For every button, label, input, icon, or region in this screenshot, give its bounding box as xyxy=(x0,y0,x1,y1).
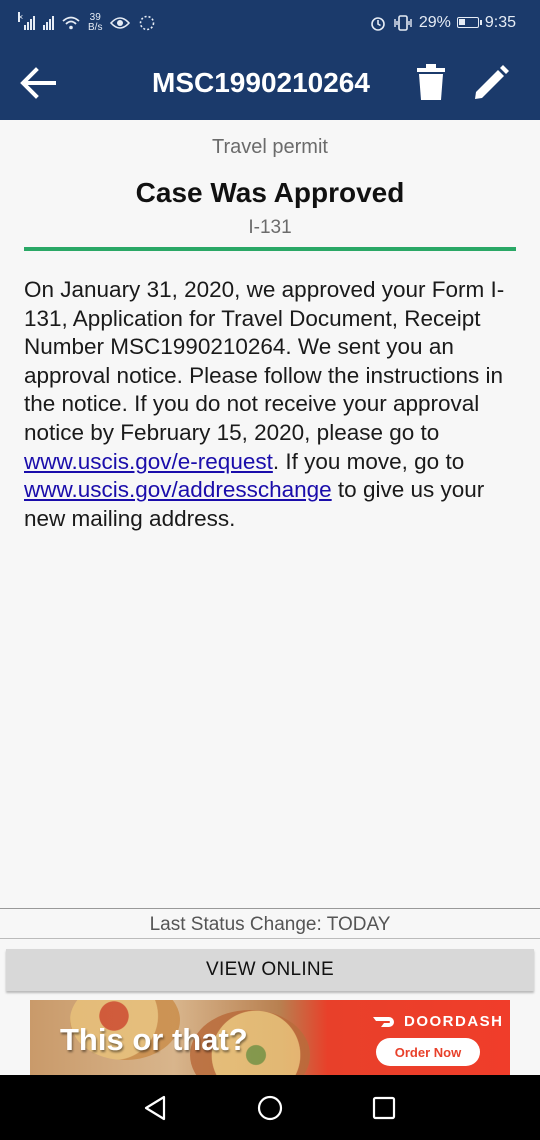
status-bar: × 39 B/s 29% 9:35 xyxy=(0,0,540,45)
net-speed: 39 B/s xyxy=(88,12,103,33)
case-description: On January 31, 2020, we approved your Fo… xyxy=(24,276,520,533)
pencil-icon xyxy=(475,65,509,99)
doordash-logo-icon xyxy=(373,1016,394,1027)
battery-percent: 29% xyxy=(418,13,451,31)
status-indicator-bar xyxy=(24,247,516,251)
signal-icon-2 xyxy=(43,15,54,30)
receipt-number-title: MSC1990210264 xyxy=(152,67,370,98)
form-code: I-131 xyxy=(248,217,292,238)
ad-headline: This or that? xyxy=(60,1022,248,1057)
case-status-title: Case Was Approved xyxy=(135,177,405,208)
e-request-link[interactable]: www.uscis.gov/e-request xyxy=(24,449,273,474)
navigation-bar xyxy=(0,1075,540,1140)
nav-home-button[interactable] xyxy=(255,1093,285,1123)
status-right: 29% 9:35 xyxy=(369,14,516,32)
vibrate-icon xyxy=(394,14,412,31)
divider xyxy=(0,908,540,909)
loading-icon xyxy=(140,15,155,30)
square-recents-icon xyxy=(372,1096,396,1120)
net-speed-unit: B/s xyxy=(88,21,103,33)
last-status-change: Last Status Change: TODAY xyxy=(149,914,391,935)
view-online-button[interactable]: VIEW ONLINE xyxy=(6,949,534,991)
eye-icon xyxy=(110,16,131,29)
description-text-2: . If you move, go to xyxy=(272,448,465,474)
status-left: × 39 B/s xyxy=(18,11,156,33)
arrow-left-icon xyxy=(20,67,56,99)
battery-icon xyxy=(456,17,482,28)
nav-back-button[interactable] xyxy=(140,1093,170,1123)
divider xyxy=(0,938,540,939)
address-change-link[interactable]: www.uscis.gov/addresschange xyxy=(24,477,332,502)
nav-recents-button[interactable] xyxy=(369,1093,399,1123)
ad-brand-name: DOORDASH xyxy=(404,1013,504,1030)
alarm-icon xyxy=(371,16,385,31)
back-button[interactable] xyxy=(18,63,58,103)
signal-icon: × xyxy=(18,11,35,30)
ad-order-now-button[interactable]: Order Now xyxy=(376,1038,480,1066)
trash-icon xyxy=(417,64,445,100)
description-text-1: On January 31, 2020, we approved your Fo… xyxy=(24,277,505,445)
clock: 9:35 xyxy=(484,13,516,31)
wifi-icon xyxy=(62,16,80,29)
app-toolbar: MSC1990210264 xyxy=(0,45,540,120)
ad-banner[interactable]: This or that? DOORDASH Order Now xyxy=(30,1000,510,1075)
circle-home-icon xyxy=(257,1095,283,1121)
delete-button[interactable] xyxy=(414,62,448,102)
permit-type: Travel permit xyxy=(212,136,328,158)
triangle-back-icon xyxy=(144,1095,166,1121)
ad-brand: DOORDASH xyxy=(372,1013,504,1030)
edit-button[interactable] xyxy=(470,62,512,104)
